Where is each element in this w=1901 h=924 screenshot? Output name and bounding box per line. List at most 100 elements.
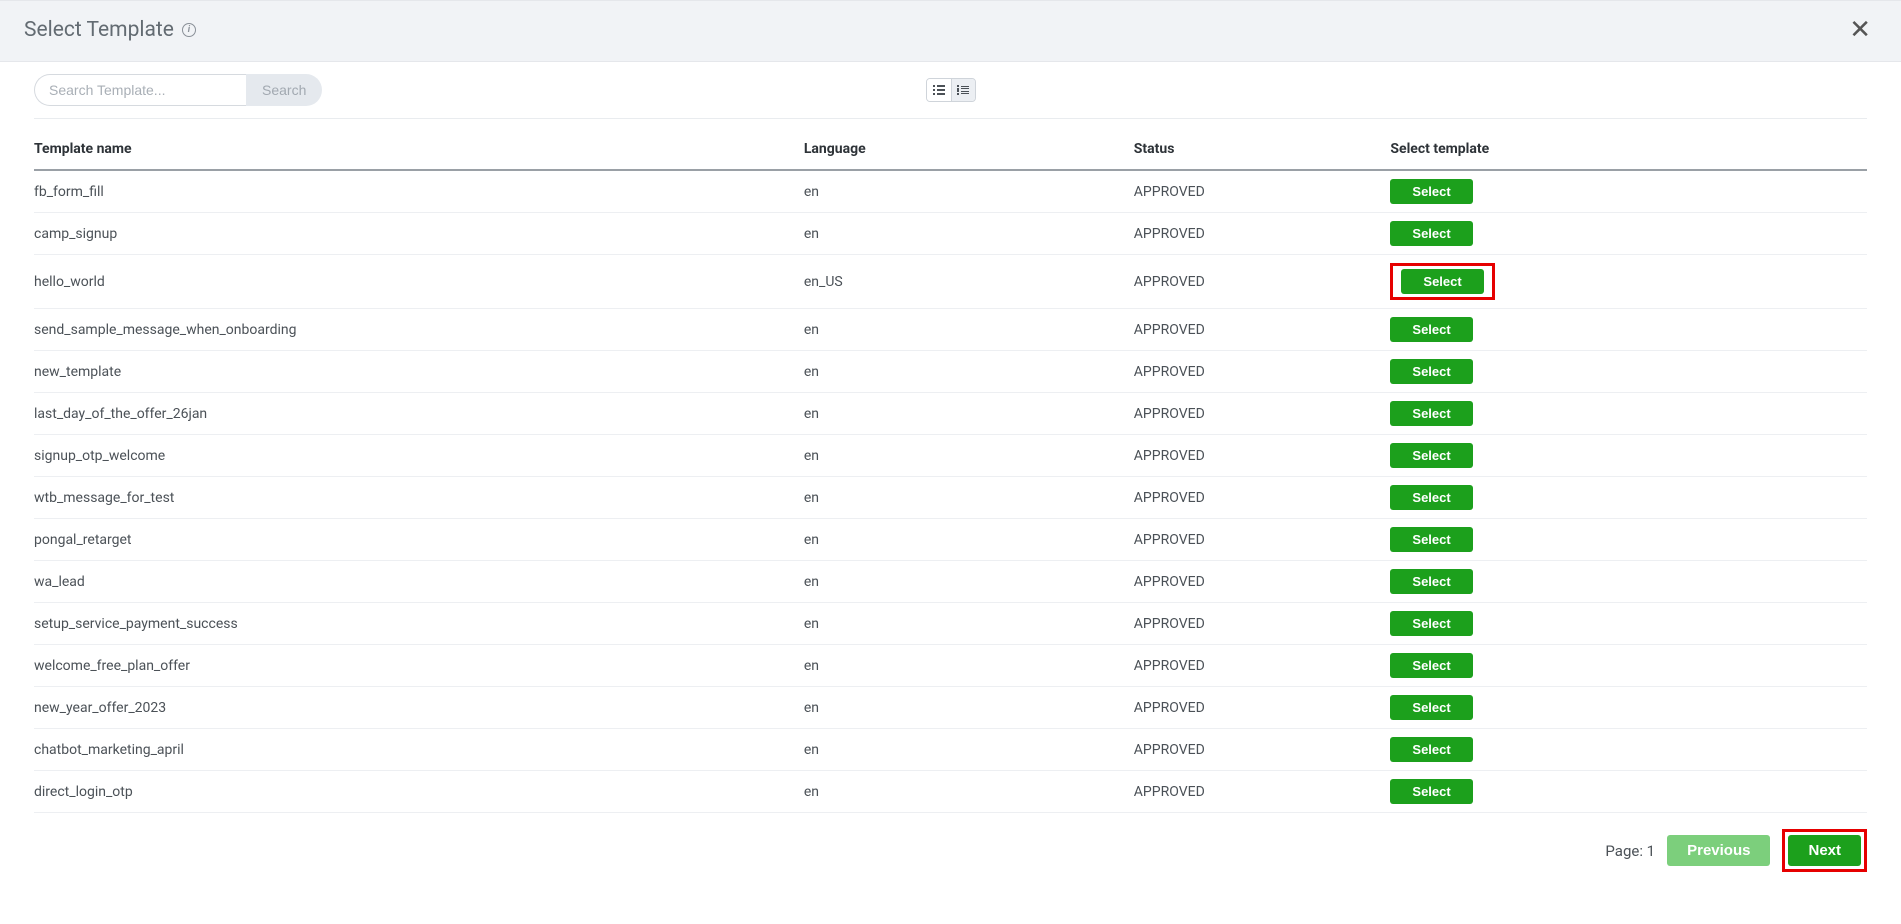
cell-template-name: pongal_retarget xyxy=(34,519,804,561)
cell-select: Select xyxy=(1390,309,1867,351)
cell-status: APPROVED xyxy=(1134,309,1391,351)
next-button[interactable]: Next xyxy=(1788,835,1861,866)
cell-status: APPROVED xyxy=(1134,170,1391,213)
cell-status: APPROVED xyxy=(1134,603,1391,645)
cell-status: APPROVED xyxy=(1134,213,1391,255)
cell-template-name: welcome_free_plan_offer xyxy=(34,645,804,687)
select-button[interactable]: Select xyxy=(1390,485,1472,510)
cell-language: en xyxy=(804,435,1134,477)
select-button[interactable]: Select xyxy=(1390,695,1472,720)
cell-status: APPROVED xyxy=(1134,393,1391,435)
highlight-next: Next xyxy=(1782,829,1867,872)
view-mode-toggle xyxy=(926,78,976,102)
view-compact-list-icon[interactable] xyxy=(951,79,975,101)
select-button[interactable]: Select xyxy=(1390,221,1472,246)
modal-title-wrap: Select Template i xyxy=(24,18,196,42)
select-button[interactable]: Select xyxy=(1390,527,1472,552)
list-compact-icon xyxy=(957,85,969,95)
cell-status: APPROVED xyxy=(1134,645,1391,687)
search-control: Search xyxy=(34,74,322,106)
cell-select: Select xyxy=(1390,561,1867,603)
select-button[interactable]: Select xyxy=(1390,779,1472,804)
page-label: Page: 1 xyxy=(1605,842,1655,860)
cell-select: Select xyxy=(1390,477,1867,519)
cell-template-name: hello_world xyxy=(34,255,804,309)
cell-template-name: new_template xyxy=(34,351,804,393)
cell-status: APPROVED xyxy=(1134,477,1391,519)
info-icon[interactable]: i xyxy=(182,23,196,37)
cell-template-name: camp_signup xyxy=(34,213,804,255)
cell-status: APPROVED xyxy=(1134,729,1391,771)
cell-language: en xyxy=(804,351,1134,393)
cell-status: APPROVED xyxy=(1134,351,1391,393)
cell-select: Select xyxy=(1390,351,1867,393)
cell-select: Select xyxy=(1390,603,1867,645)
select-button[interactable]: Select xyxy=(1390,569,1472,594)
table-row: send_sample_message_when_onboardingenAPP… xyxy=(34,309,1867,351)
table-row: new_templateenAPPROVEDSelect xyxy=(34,351,1867,393)
cell-language: en xyxy=(804,561,1134,603)
cell-language: en xyxy=(804,393,1134,435)
cell-template-name: wa_lead xyxy=(34,561,804,603)
close-icon[interactable]: ✕ xyxy=(1843,15,1877,45)
table-row: last_day_of_the_offer_26janenAPPROVEDSel… xyxy=(34,393,1867,435)
select-button[interactable]: Select xyxy=(1390,443,1472,468)
cell-template-name: wtb_message_for_test xyxy=(34,477,804,519)
cell-template-name: fb_form_fill xyxy=(34,170,804,213)
table-row: hello_worlden_USAPPROVEDSelect xyxy=(34,255,1867,309)
search-input[interactable] xyxy=(34,74,246,106)
cell-language: en xyxy=(804,519,1134,561)
cell-status: APPROVED xyxy=(1134,687,1391,729)
table-row: new_year_offer_2023enAPPROVEDSelect xyxy=(34,687,1867,729)
table-row: pongal_retargetenAPPROVEDSelect xyxy=(34,519,1867,561)
cell-select: Select xyxy=(1390,393,1867,435)
cell-select: Select xyxy=(1390,170,1867,213)
cell-template-name: new_year_offer_2023 xyxy=(34,687,804,729)
cell-select: Select xyxy=(1390,729,1867,771)
select-button[interactable]: Select xyxy=(1390,359,1472,384)
col-status-header: Status xyxy=(1134,131,1391,170)
select-button[interactable]: Select xyxy=(1390,611,1472,636)
cell-language: en xyxy=(804,309,1134,351)
select-button[interactable]: Select xyxy=(1401,269,1483,294)
cell-language: en xyxy=(804,603,1134,645)
select-button[interactable]: Select xyxy=(1390,401,1472,426)
table-body: fb_form_fillenAPPROVEDSelectcamp_signupe… xyxy=(34,170,1867,813)
select-button[interactable]: Select xyxy=(1390,737,1472,762)
template-table: Template name Language Status Select tem… xyxy=(34,131,1867,813)
select-button[interactable]: Select xyxy=(1390,653,1472,678)
search-button[interactable]: Search xyxy=(246,74,322,106)
cell-status: APPROVED xyxy=(1134,561,1391,603)
cell-language: en xyxy=(804,729,1134,771)
select-button[interactable]: Select xyxy=(1390,179,1472,204)
prev-button[interactable]: Previous xyxy=(1667,835,1770,866)
cell-template-name: direct_login_otp xyxy=(34,771,804,813)
cell-template-name: chatbot_marketing_april xyxy=(34,729,804,771)
cell-select: Select xyxy=(1390,771,1867,813)
table-row: welcome_free_plan_offerenAPPROVEDSelect xyxy=(34,645,1867,687)
cell-select: Select xyxy=(1390,213,1867,255)
cell-status: APPROVED xyxy=(1134,771,1391,813)
select-button[interactable]: Select xyxy=(1390,317,1472,342)
col-lang-header: Language xyxy=(804,131,1134,170)
modal-body: Search xyxy=(0,62,1901,892)
view-detailed-list-icon[interactable] xyxy=(927,79,951,101)
cell-select: Select xyxy=(1390,687,1867,729)
cell-language: en_US xyxy=(804,255,1134,309)
cell-language: en xyxy=(804,170,1134,213)
table-row: chatbot_marketing_aprilenAPPROVEDSelect xyxy=(34,729,1867,771)
col-select-header: Select template xyxy=(1390,131,1867,170)
table-row: signup_otp_welcomeenAPPROVEDSelect xyxy=(34,435,1867,477)
table-row: fb_form_fillenAPPROVEDSelect xyxy=(34,170,1867,213)
cell-template-name: last_day_of_the_offer_26jan xyxy=(34,393,804,435)
table-row: setup_service_payment_successenAPPROVEDS… xyxy=(34,603,1867,645)
pagination: Page: 1 Previous Next xyxy=(34,829,1867,872)
highlight-select: Select xyxy=(1390,263,1494,300)
cell-language: en xyxy=(804,687,1134,729)
modal-header: Select Template i ✕ xyxy=(0,0,1901,62)
modal-title: Select Template xyxy=(24,18,174,42)
cell-template-name: send_sample_message_when_onboarding xyxy=(34,309,804,351)
modal-select-template: Select Template i ✕ Search xyxy=(0,0,1901,892)
cell-language: en xyxy=(804,213,1134,255)
cell-language: en xyxy=(804,645,1134,687)
